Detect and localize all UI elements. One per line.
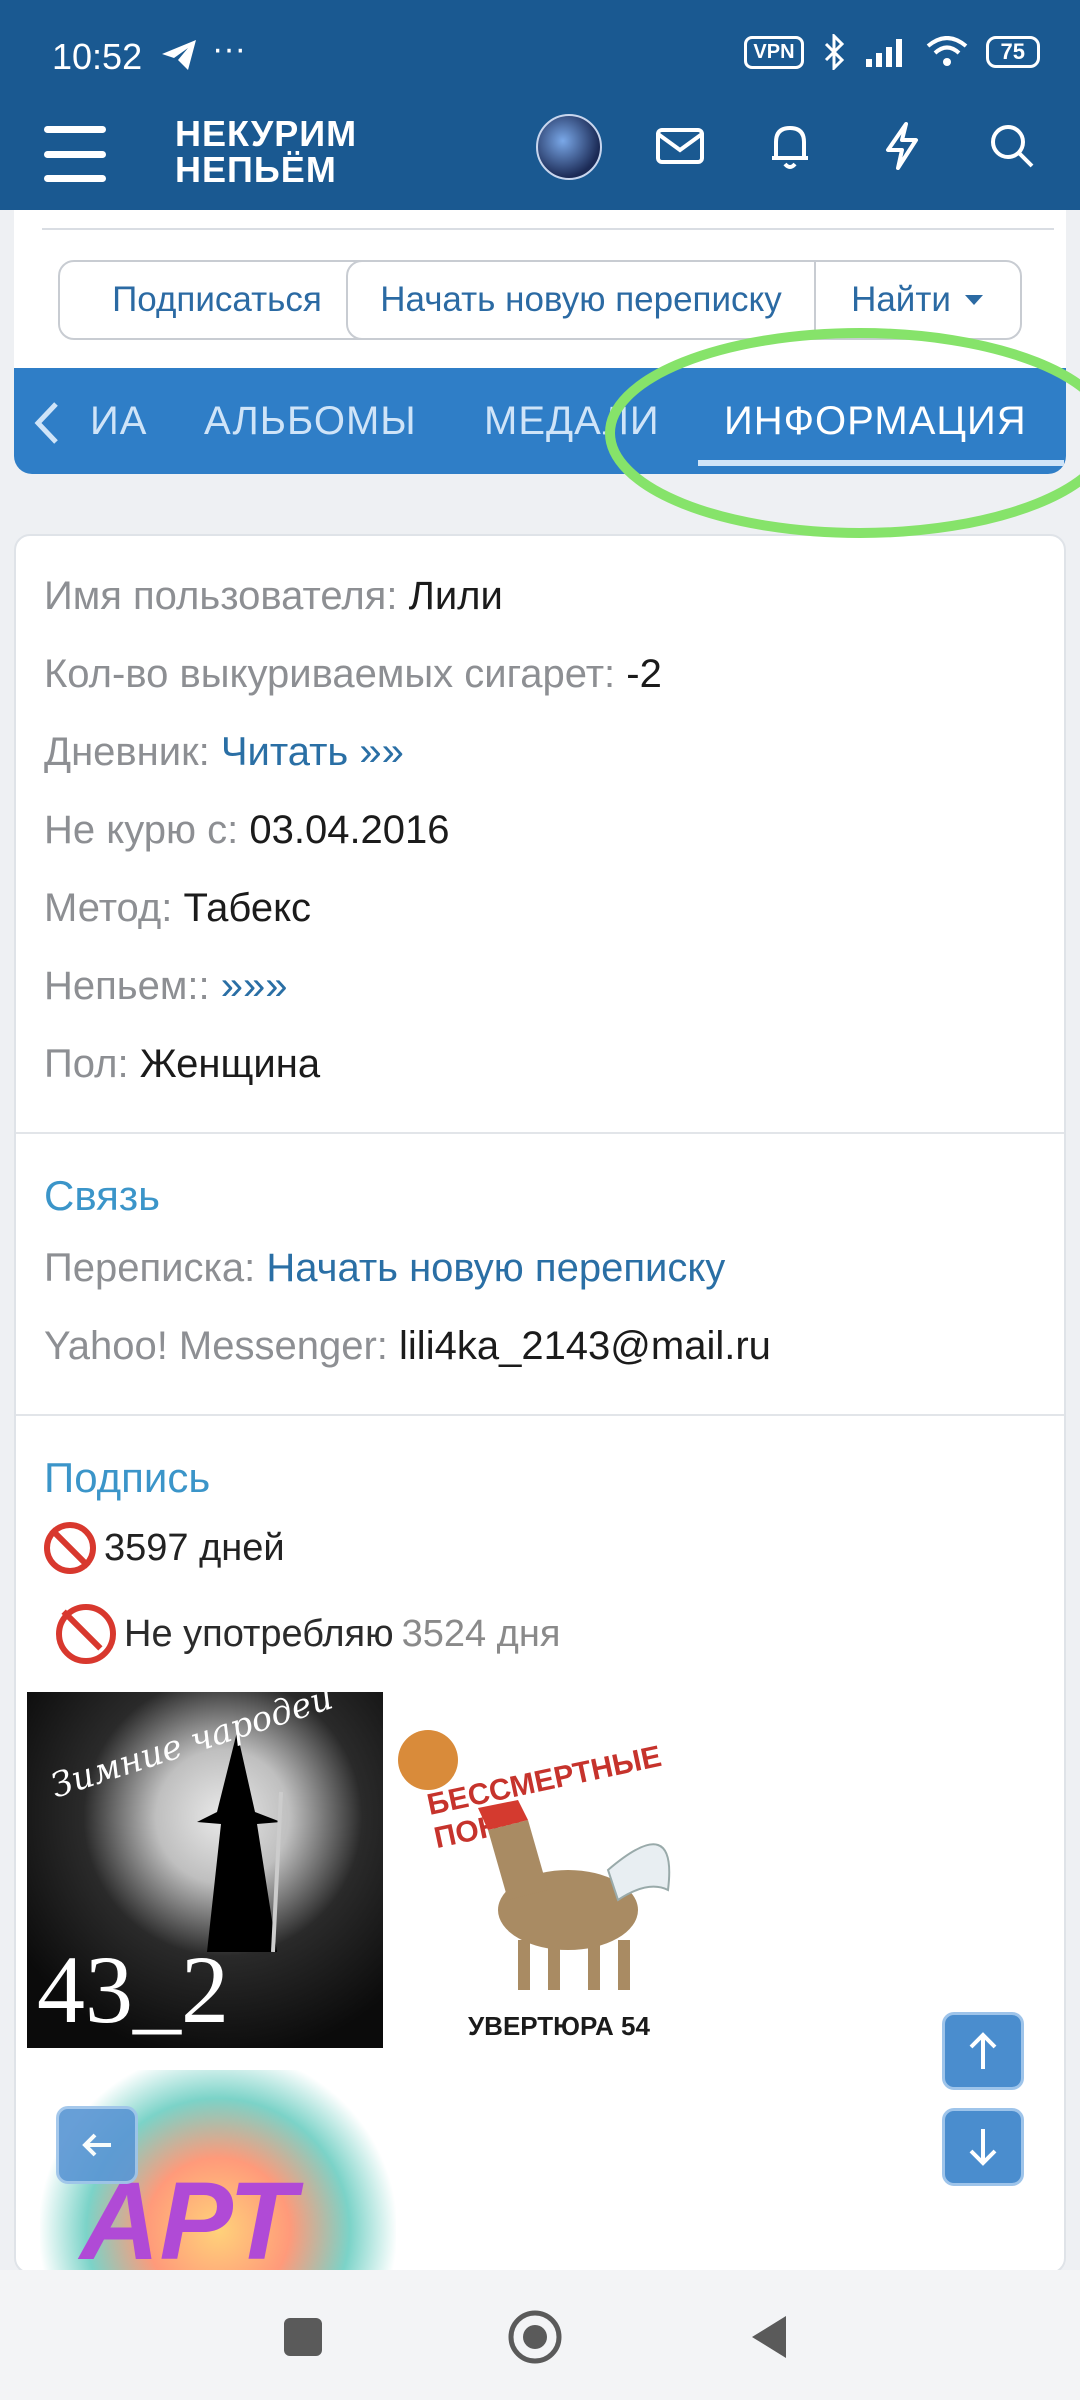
arrow-down-icon bbox=[969, 2129, 997, 2166]
battery-icon: 75 bbox=[985, 36, 1040, 68]
contact-conversation-row: Переписка: Начать новую переписку bbox=[44, 1246, 726, 1290]
section-divider bbox=[16, 1414, 1064, 1416]
info-row-quit-date: Не курю с: 03.04.2016 bbox=[44, 808, 450, 852]
search-icon[interactable] bbox=[984, 118, 1040, 174]
info-row-method: Метод: Табекс bbox=[44, 886, 312, 930]
signature-line-abstain: Не употребляю 3524 дня bbox=[56, 1604, 560, 1664]
new-conversation-button[interactable]: Начать новую переписку bbox=[346, 260, 816, 340]
tab-medals[interactable]: МЕДАЛИ bbox=[484, 368, 660, 474]
signature-heading: Подпись bbox=[44, 1454, 211, 1501]
divider bbox=[42, 228, 1054, 230]
signature-image-wizards[interactable]: Зимние чародеи 43_2 bbox=[27, 1692, 383, 2048]
scroll-bottom-button[interactable] bbox=[942, 2108, 1024, 2186]
recents-button[interactable] bbox=[284, 2318, 322, 2356]
start-conversation-link[interactable]: Начать новую переписку bbox=[266, 1246, 725, 1290]
chevron-left-icon[interactable] bbox=[26, 398, 66, 448]
site-logo[interactable]: НЕКУРИМ НЕПЬЁМ bbox=[175, 116, 357, 188]
signature-line-days: 3597 дней bbox=[44, 1522, 285, 1574]
profile-tabs: ИА АЛЬБОМЫ МЕДАЛИ ИНФОРМАЦИЯ bbox=[14, 368, 1066, 474]
info-row-diary: Дневник: Читать »» bbox=[44, 730, 404, 774]
pony-illustration bbox=[478, 1800, 671, 1990]
info-row-cigarettes: Кол-во выкуриваемых сигарет: -2 bbox=[44, 652, 662, 696]
contact-heading: Связь bbox=[44, 1172, 161, 1219]
scroll-top-button[interactable] bbox=[942, 2012, 1024, 2090]
no-smoking-icon bbox=[44, 1522, 96, 1574]
subscribe-button[interactable]: Подписаться bbox=[58, 260, 376, 340]
tab-media[interactable]: ИА bbox=[90, 368, 147, 474]
info-row-gender: Пол: Женщина bbox=[44, 1042, 321, 1086]
find-label: Найти bbox=[851, 280, 951, 319]
signal-icon bbox=[865, 39, 902, 67]
more-notifications-icon: ··· bbox=[212, 30, 246, 68]
status-icons: VPN 75 bbox=[744, 34, 1040, 70]
back-fab[interactable] bbox=[56, 2106, 138, 2184]
user-avatar[interactable] bbox=[536, 114, 602, 180]
wifi-icon bbox=[926, 36, 967, 66]
bluetooth-icon bbox=[824, 34, 844, 70]
back-button[interactable] bbox=[748, 2312, 790, 2362]
active-tab-indicator bbox=[698, 460, 1064, 466]
no-alcohol-icon bbox=[56, 1604, 116, 1664]
cat-icon bbox=[398, 1730, 458, 1790]
status-bar: 10:52 ··· VPN 75 bbox=[0, 0, 1080, 110]
top-toolbar: НЕКУРИМ НЕПЬЁМ bbox=[0, 110, 1080, 210]
wizard-silhouette bbox=[197, 1732, 283, 1952]
find-button[interactable]: Найти bbox=[814, 260, 1022, 340]
vpn-icon: VPN bbox=[744, 35, 804, 69]
status-time: 10:52 bbox=[52, 36, 143, 77]
signature-image-pony[interactable]: БЕССМЕРТНЫЕ ПОНИ УВЕРТЮРА 54 bbox=[398, 1700, 724, 2048]
inbox-icon[interactable] bbox=[652, 118, 708, 174]
tab-information[interactable]: ИНФОРМАЦИЯ bbox=[724, 368, 1027, 474]
info-row-nepiem: Непьем:: »»» bbox=[44, 964, 288, 1008]
arrow-up-icon bbox=[969, 2032, 997, 2069]
home-button[interactable] bbox=[506, 2308, 564, 2366]
diary-link[interactable]: Читать »» bbox=[221, 730, 404, 774]
nepiem-link[interactable]: »»» bbox=[221, 964, 288, 1008]
caret-down-icon bbox=[964, 295, 983, 305]
info-row-username: Имя пользователя: Лили bbox=[44, 574, 503, 618]
profile-actions-panel: Подписаться Начать новую переписку Найти bbox=[14, 210, 1066, 370]
app-bar: 10:52 ··· VPN 75 НЕКУРИМ НЕПЬЁМ bbox=[0, 0, 1080, 210]
bell-icon[interactable] bbox=[762, 118, 818, 174]
section-divider bbox=[16, 1132, 1064, 1134]
menu-icon[interactable] bbox=[44, 126, 106, 182]
system-nav-bar bbox=[0, 2270, 1080, 2400]
lightning-icon[interactable] bbox=[874, 118, 930, 174]
telegram-icon bbox=[162, 40, 196, 70]
contact-yahoo-row: Yahoo! Messenger: lili4ka_2143@mail.ru bbox=[44, 1324, 771, 1368]
arrow-left-icon bbox=[82, 2133, 111, 2157]
tab-albums[interactable]: АЛЬБОМЫ bbox=[204, 368, 417, 474]
